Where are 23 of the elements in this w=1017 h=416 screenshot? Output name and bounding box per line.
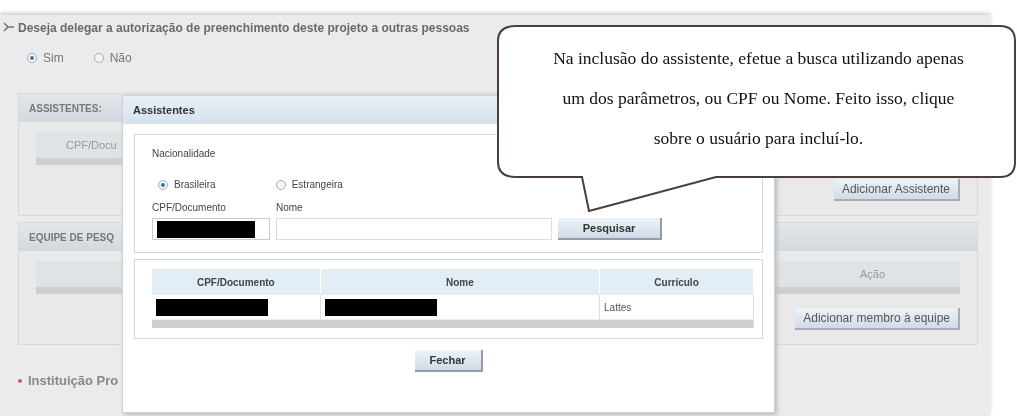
- radio-option[interactable]: Brasileira: [158, 179, 216, 190]
- column-header: Nome: [320, 269, 600, 295]
- field-label: Nome: [276, 202, 304, 213]
- column-header: CPF/Docu: [65, 139, 118, 151]
- add-button[interactable]: Adicionar membro à equipe: [795, 308, 960, 330]
- radio-option[interactable]: Estrangeira: [275, 179, 343, 190]
- search-button[interactable]: Pesquisar: [558, 218, 662, 240]
- radio-option[interactable]: Sim: [27, 51, 64, 65]
- add-button[interactable]: Adicionar Assistente: [833, 179, 960, 201]
- table-cell: Lattes: [604, 301, 632, 313]
- field-label: Nacionalidade: [152, 148, 217, 159]
- radio-option[interactable]: Não: [93, 51, 132, 65]
- input-field[interactable]: [152, 218, 270, 240]
- question-text: Deseja delegar a autorização de preenchimento deste projeto a outras pessoas: [18, 21, 470, 35]
- column-header: Currículo: [599, 269, 754, 295]
- result-row[interactable]: Lattes: [152, 295, 754, 320]
- required-dot-icon: [18, 378, 22, 383]
- field-label: CPF/Documento: [152, 202, 227, 213]
- column-header: CPF/Documento: [152, 269, 321, 295]
- field-label: Instituição Pro: [28, 373, 119, 388]
- input-field[interactable]: [276, 218, 552, 240]
- column-header: Ação: [858, 268, 887, 280]
- close-button[interactable]: Fechar: [414, 350, 483, 372]
